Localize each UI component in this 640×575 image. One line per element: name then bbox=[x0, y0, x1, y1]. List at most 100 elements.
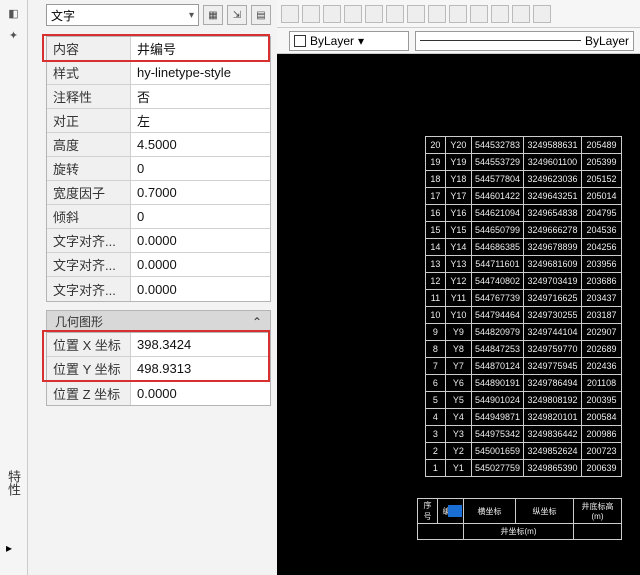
panel-top-row: 文字 ▾ ▦ ⇲ ▤ bbox=[46, 4, 271, 26]
table-cell: 544711601 bbox=[471, 256, 523, 273]
toolbar-icon[interactable] bbox=[344, 5, 362, 23]
property-value[interactable]: 0.0000 bbox=[131, 253, 270, 276]
toggle-pim-button[interactable]: ▦ bbox=[203, 5, 223, 25]
property-value[interactable]: 398.3424 bbox=[131, 333, 270, 356]
table-cell: 3249601100 bbox=[524, 154, 582, 171]
table-cell: Y9 bbox=[445, 324, 471, 341]
linetype-label: ByLayer bbox=[585, 34, 629, 48]
table-row: 11Y115447677393249716625203437 bbox=[425, 290, 621, 307]
table-cell: 3249775945 bbox=[524, 358, 582, 375]
property-label: 样式 bbox=[47, 61, 131, 84]
tool-icon-1[interactable]: ◧ bbox=[6, 6, 22, 22]
table-cell: 544532783 bbox=[471, 137, 523, 154]
table-cell: 200395 bbox=[582, 392, 622, 409]
table-cell: Y7 bbox=[445, 358, 471, 375]
property-value[interactable]: 0.0000 bbox=[131, 277, 270, 301]
property-value[interactable]: 0 bbox=[131, 157, 270, 180]
property-value[interactable]: 0.0000 bbox=[131, 381, 270, 405]
property-row[interactable]: 文字对齐...0.0000 bbox=[47, 253, 270, 277]
property-row[interactable]: 倾斜0 bbox=[47, 205, 270, 229]
table-cell: Y2 bbox=[445, 443, 471, 460]
toolbar-icon[interactable] bbox=[533, 5, 551, 23]
property-row[interactable]: 注释性否 bbox=[47, 85, 270, 109]
table-cell: 544949871 bbox=[471, 409, 523, 426]
toolbar-icon[interactable] bbox=[428, 5, 446, 23]
property-row[interactable]: 文字对齐...0.0000 bbox=[47, 229, 270, 253]
drawing-area-wrapper: ByLayer ▾ ByLayer 20Y2054453278332495886… bbox=[277, 0, 640, 575]
property-value[interactable]: 否 bbox=[131, 85, 270, 108]
object-type-combo[interactable]: 文字 ▾ bbox=[46, 4, 199, 26]
property-value[interactable]: 0.0000 bbox=[131, 229, 270, 252]
table-cell: 4 bbox=[425, 409, 445, 426]
toolbar-icon[interactable] bbox=[365, 5, 383, 23]
quick-select-button[interactable]: ⇲ bbox=[227, 5, 247, 25]
layer-color-combo[interactable]: ByLayer ▾ bbox=[289, 31, 409, 51]
property-row[interactable]: 样式hy-linetype-style bbox=[47, 61, 270, 85]
property-row[interactable]: 文字对齐...0.0000 bbox=[47, 277, 270, 301]
property-value[interactable]: 498.9313 bbox=[131, 357, 270, 380]
geometry-row[interactable]: 位置 Z 坐标0.0000 bbox=[47, 381, 270, 405]
toolbar-icon[interactable] bbox=[302, 5, 320, 23]
toolbar-icon[interactable] bbox=[470, 5, 488, 23]
toolbar-icon[interactable] bbox=[323, 5, 341, 23]
table-cell: 544847253 bbox=[471, 341, 523, 358]
geometry-row[interactable]: 位置 Y 坐标498.9313 bbox=[47, 357, 270, 381]
toolbar-icon[interactable] bbox=[386, 5, 404, 23]
table-cell: 3249681609 bbox=[524, 256, 582, 273]
vertical-tab-label[interactable]: 特性 bbox=[4, 470, 23, 496]
property-row[interactable]: 宽度因子0.7000 bbox=[47, 181, 270, 205]
table-cell: 3249836442 bbox=[524, 426, 582, 443]
toolbar-icon[interactable] bbox=[449, 5, 467, 23]
table-cell: 3249852624 bbox=[524, 443, 582, 460]
toolbar-icon[interactable] bbox=[281, 5, 299, 23]
property-value[interactable]: hy-linetype-style bbox=[131, 61, 270, 84]
toolbar-icon[interactable] bbox=[491, 5, 509, 23]
vertical-tab-icon[interactable]: ▸ bbox=[6, 541, 20, 555]
property-label: 文字对齐... bbox=[47, 277, 131, 301]
property-row[interactable]: 高度4.5000 bbox=[47, 133, 270, 157]
table-row: 3Y35449753423249836442200986 bbox=[425, 426, 621, 443]
table-cell: 544870124 bbox=[471, 358, 523, 375]
property-value[interactable]: 左 bbox=[131, 109, 270, 132]
filter-button[interactable]: ▤ bbox=[251, 5, 271, 25]
data-table: 20Y20544532783324958863120548919Y1954455… bbox=[425, 136, 622, 477]
model-canvas[interactable]: 20Y20544532783324958863120548919Y1954455… bbox=[277, 54, 640, 575]
property-value[interactable]: 0.7000 bbox=[131, 181, 270, 204]
table-cell: Y20 bbox=[445, 137, 471, 154]
table-cell: 544650799 bbox=[471, 222, 523, 239]
table-cell: 544577804 bbox=[471, 171, 523, 188]
top-toolbar bbox=[277, 0, 640, 28]
property-value[interactable]: 0 bbox=[131, 205, 270, 228]
table-cell bbox=[574, 524, 622, 540]
table-cell: 544767739 bbox=[471, 290, 523, 307]
property-value[interactable]: 井编号 bbox=[131, 37, 270, 60]
left-toolstrip: ◧ ✦ 特性 ▸ bbox=[0, 0, 28, 575]
linetype-combo[interactable]: ByLayer bbox=[415, 31, 634, 51]
table-row: 7Y75448701243249775945202436 bbox=[425, 358, 621, 375]
tool-icon-2[interactable]: ✦ bbox=[6, 28, 22, 44]
table-cell: 544553729 bbox=[471, 154, 523, 171]
property-value[interactable]: 4.5000 bbox=[131, 133, 270, 156]
property-label: 旋转 bbox=[47, 157, 131, 180]
table-cell: 205489 bbox=[582, 137, 622, 154]
property-label: 位置 Z 坐标 bbox=[47, 381, 131, 405]
table-cell: 3 bbox=[425, 426, 445, 443]
table-cell: Y15 bbox=[445, 222, 471, 239]
table-row: 1Y15450277593249865390200639 bbox=[425, 460, 621, 477]
table-cell: Y14 bbox=[445, 239, 471, 256]
toolbar-icon[interactable] bbox=[512, 5, 530, 23]
table-cell: 202907 bbox=[582, 324, 622, 341]
property-row[interactable]: 对正左 bbox=[47, 109, 270, 133]
property-row[interactable]: 内容井编号 bbox=[47, 37, 270, 61]
geometry-row[interactable]: 位置 X 坐标398.3424 bbox=[47, 333, 270, 357]
property-label: 文字对齐... bbox=[47, 253, 131, 276]
toolbar-icon[interactable] bbox=[407, 5, 425, 23]
property-row[interactable]: 旋转0 bbox=[47, 157, 270, 181]
geometry-group-header[interactable]: 几何图形 ⌃ bbox=[46, 310, 271, 332]
table-cell: 204536 bbox=[582, 222, 622, 239]
table-cell: 205399 bbox=[582, 154, 622, 171]
table-cell: Y13 bbox=[445, 256, 471, 273]
table-cell: 纵坐标 bbox=[516, 499, 574, 524]
table-row: 10Y105447944643249730255203187 bbox=[425, 307, 621, 324]
table-cell: 15 bbox=[425, 222, 445, 239]
